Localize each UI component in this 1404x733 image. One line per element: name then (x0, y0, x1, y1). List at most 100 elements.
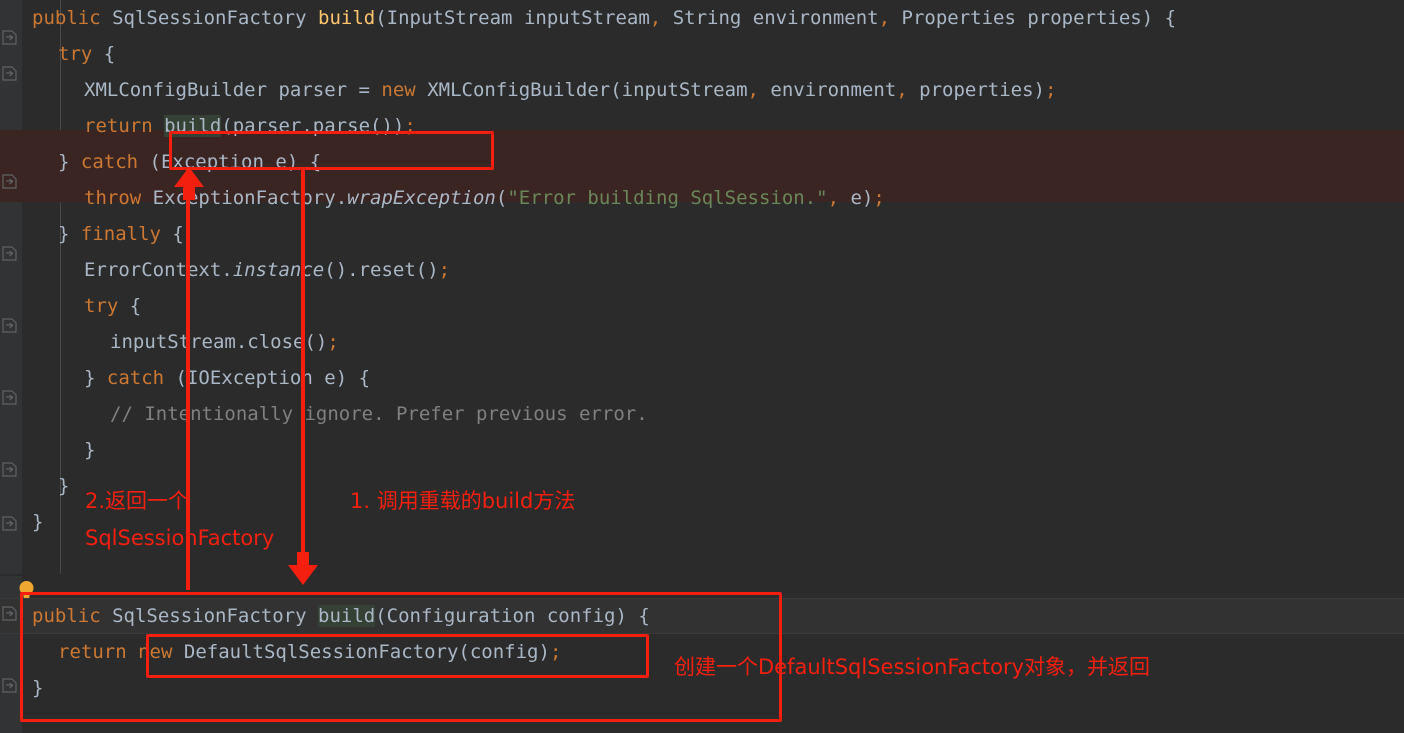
code-token: return (84, 115, 153, 137)
code-token: } (58, 475, 70, 497)
fold-arrow-icon[interactable] (2, 318, 17, 333)
fold-arrow-icon[interactable] (2, 606, 17, 621)
code-line[interactable]: XMLConfigBuilder parser = new XMLConfigB… (0, 72, 1176, 108)
code-token: ( (375, 605, 387, 627)
code-token: build (164, 115, 222, 137)
code-line[interactable]: ErrorContext.instance().reset(); (0, 252, 1176, 288)
code-token: properties (1015, 7, 1142, 29)
code-line[interactable]: } catch (IOException e) { (0, 360, 1176, 396)
code-token: ; (873, 187, 885, 209)
code-token: return (58, 641, 127, 663)
code-line[interactable]: try { (0, 288, 1176, 324)
fold-arrow-icon[interactable] (2, 390, 17, 405)
code-token: ; (404, 115, 416, 137)
code-token: e) (839, 187, 874, 209)
code-line[interactable]: public SqlSessionFactory build(InputStre… (0, 0, 1176, 36)
code-token: ; (1045, 79, 1057, 101)
code-token: properties (907, 79, 1034, 101)
code-token: . (221, 259, 233, 281)
code-line[interactable]: } catch (Exception e) { (0, 144, 1176, 180)
code-token: (parser.parse()) (221, 115, 405, 137)
code-line[interactable]: } (0, 468, 1176, 504)
code-token: } (32, 511, 44, 533)
code-token: } (84, 367, 107, 389)
code-line[interactable]: } finally { (0, 216, 1176, 252)
code-text-bottom[interactable]: public SqlSessionFactory build(Configura… (0, 598, 650, 706)
code-token: parser = (267, 79, 382, 101)
code-line[interactable]: } (0, 670, 650, 706)
code-line[interactable]: } (0, 504, 1176, 540)
fold-arrow-icon[interactable] (2, 462, 17, 477)
code-token: { (160, 223, 184, 245)
code-line[interactable]: // Intentionally ignore. Prefer previous… (0, 396, 1176, 432)
code-token: ; (327, 331, 339, 353)
code-token: ) (1033, 79, 1045, 101)
code-token: , (747, 79, 759, 101)
code-token: Configuration (386, 605, 536, 627)
code-token: } (58, 151, 81, 173)
code-token: { (118, 295, 142, 317)
code-token: XMLConfigBuilder (84, 79, 268, 101)
code-token: instance (232, 259, 325, 281)
code-token: ) { (1141, 7, 1177, 29)
fold-arrow-icon[interactable] (2, 246, 17, 261)
fold-arrow-icon[interactable] (2, 174, 17, 189)
code-token: catch (106, 367, 165, 389)
code-token: inputStream.close() (110, 331, 328, 353)
code-token: throw (84, 187, 142, 209)
code-token: new (138, 641, 173, 663)
code-token: environment (741, 7, 879, 29)
editor-pane-top[interactable]: public SqlSessionFactory build(InputStre… (0, 0, 1404, 574)
code-token: e) { (263, 151, 322, 173)
code-token: InputStream (386, 7, 513, 29)
fold-arrow-icon[interactable] (2, 516, 17, 531)
fold-arrow-icon[interactable] (2, 66, 17, 81)
code-token: DefaultSqlSessionFactory (183, 641, 459, 663)
code-line[interactable]: return build(parser.parse()); (0, 108, 1176, 144)
code-token: config (535, 605, 616, 627)
code-line[interactable]: inputStream.close(); (0, 324, 1176, 360)
code-token: , (649, 7, 662, 29)
code-token: ( (164, 367, 187, 389)
code-token: ExceptionFactory (152, 187, 336, 209)
code-text-top[interactable]: public SqlSessionFactory build(InputStre… (0, 0, 1176, 540)
code-token: inputStream (512, 7, 650, 29)
code-editor-screen: public SqlSessionFactory build(InputStre… (0, 0, 1404, 733)
code-token: build (318, 605, 376, 627)
code-token: new (381, 79, 416, 101)
code-line[interactable]: public SqlSessionFactory build(Configura… (0, 598, 650, 634)
code-token: ; (549, 641, 562, 663)
code-token: ; (438, 259, 451, 281)
code-token: , (827, 187, 840, 209)
fold-arrow-icon[interactable] (2, 30, 17, 45)
code-token: ( (495, 187, 508, 209)
code-token: { (92, 43, 116, 65)
code-token: wrapException (347, 187, 496, 209)
code-line[interactable]: } (0, 432, 1176, 468)
code-token: public (32, 605, 101, 627)
code-token: ( (375, 7, 387, 29)
code-line[interactable]: try { (0, 36, 1176, 72)
code-token: ) { (615, 605, 650, 627)
editor-pane-bottom[interactable]: public SqlSessionFactory build(Configura… (0, 576, 1404, 733)
code-token: XMLConfigBuilder (427, 79, 611, 101)
code-token: } (32, 677, 44, 699)
code-token: SqlSessionFactory (112, 605, 307, 627)
fold-arrow-icon[interactable] (2, 678, 17, 693)
intention-bulb-icon[interactable] (18, 580, 34, 598)
code-token: , (896, 79, 908, 101)
code-token: finally (80, 223, 161, 245)
code-line[interactable]: return new DefaultSqlSessionFactory(conf… (0, 634, 650, 670)
code-token: ().reset() (324, 259, 439, 281)
code-line[interactable]: throw ExceptionFactory.wrapException("Er… (0, 180, 1176, 216)
code-token: catch (80, 151, 139, 173)
